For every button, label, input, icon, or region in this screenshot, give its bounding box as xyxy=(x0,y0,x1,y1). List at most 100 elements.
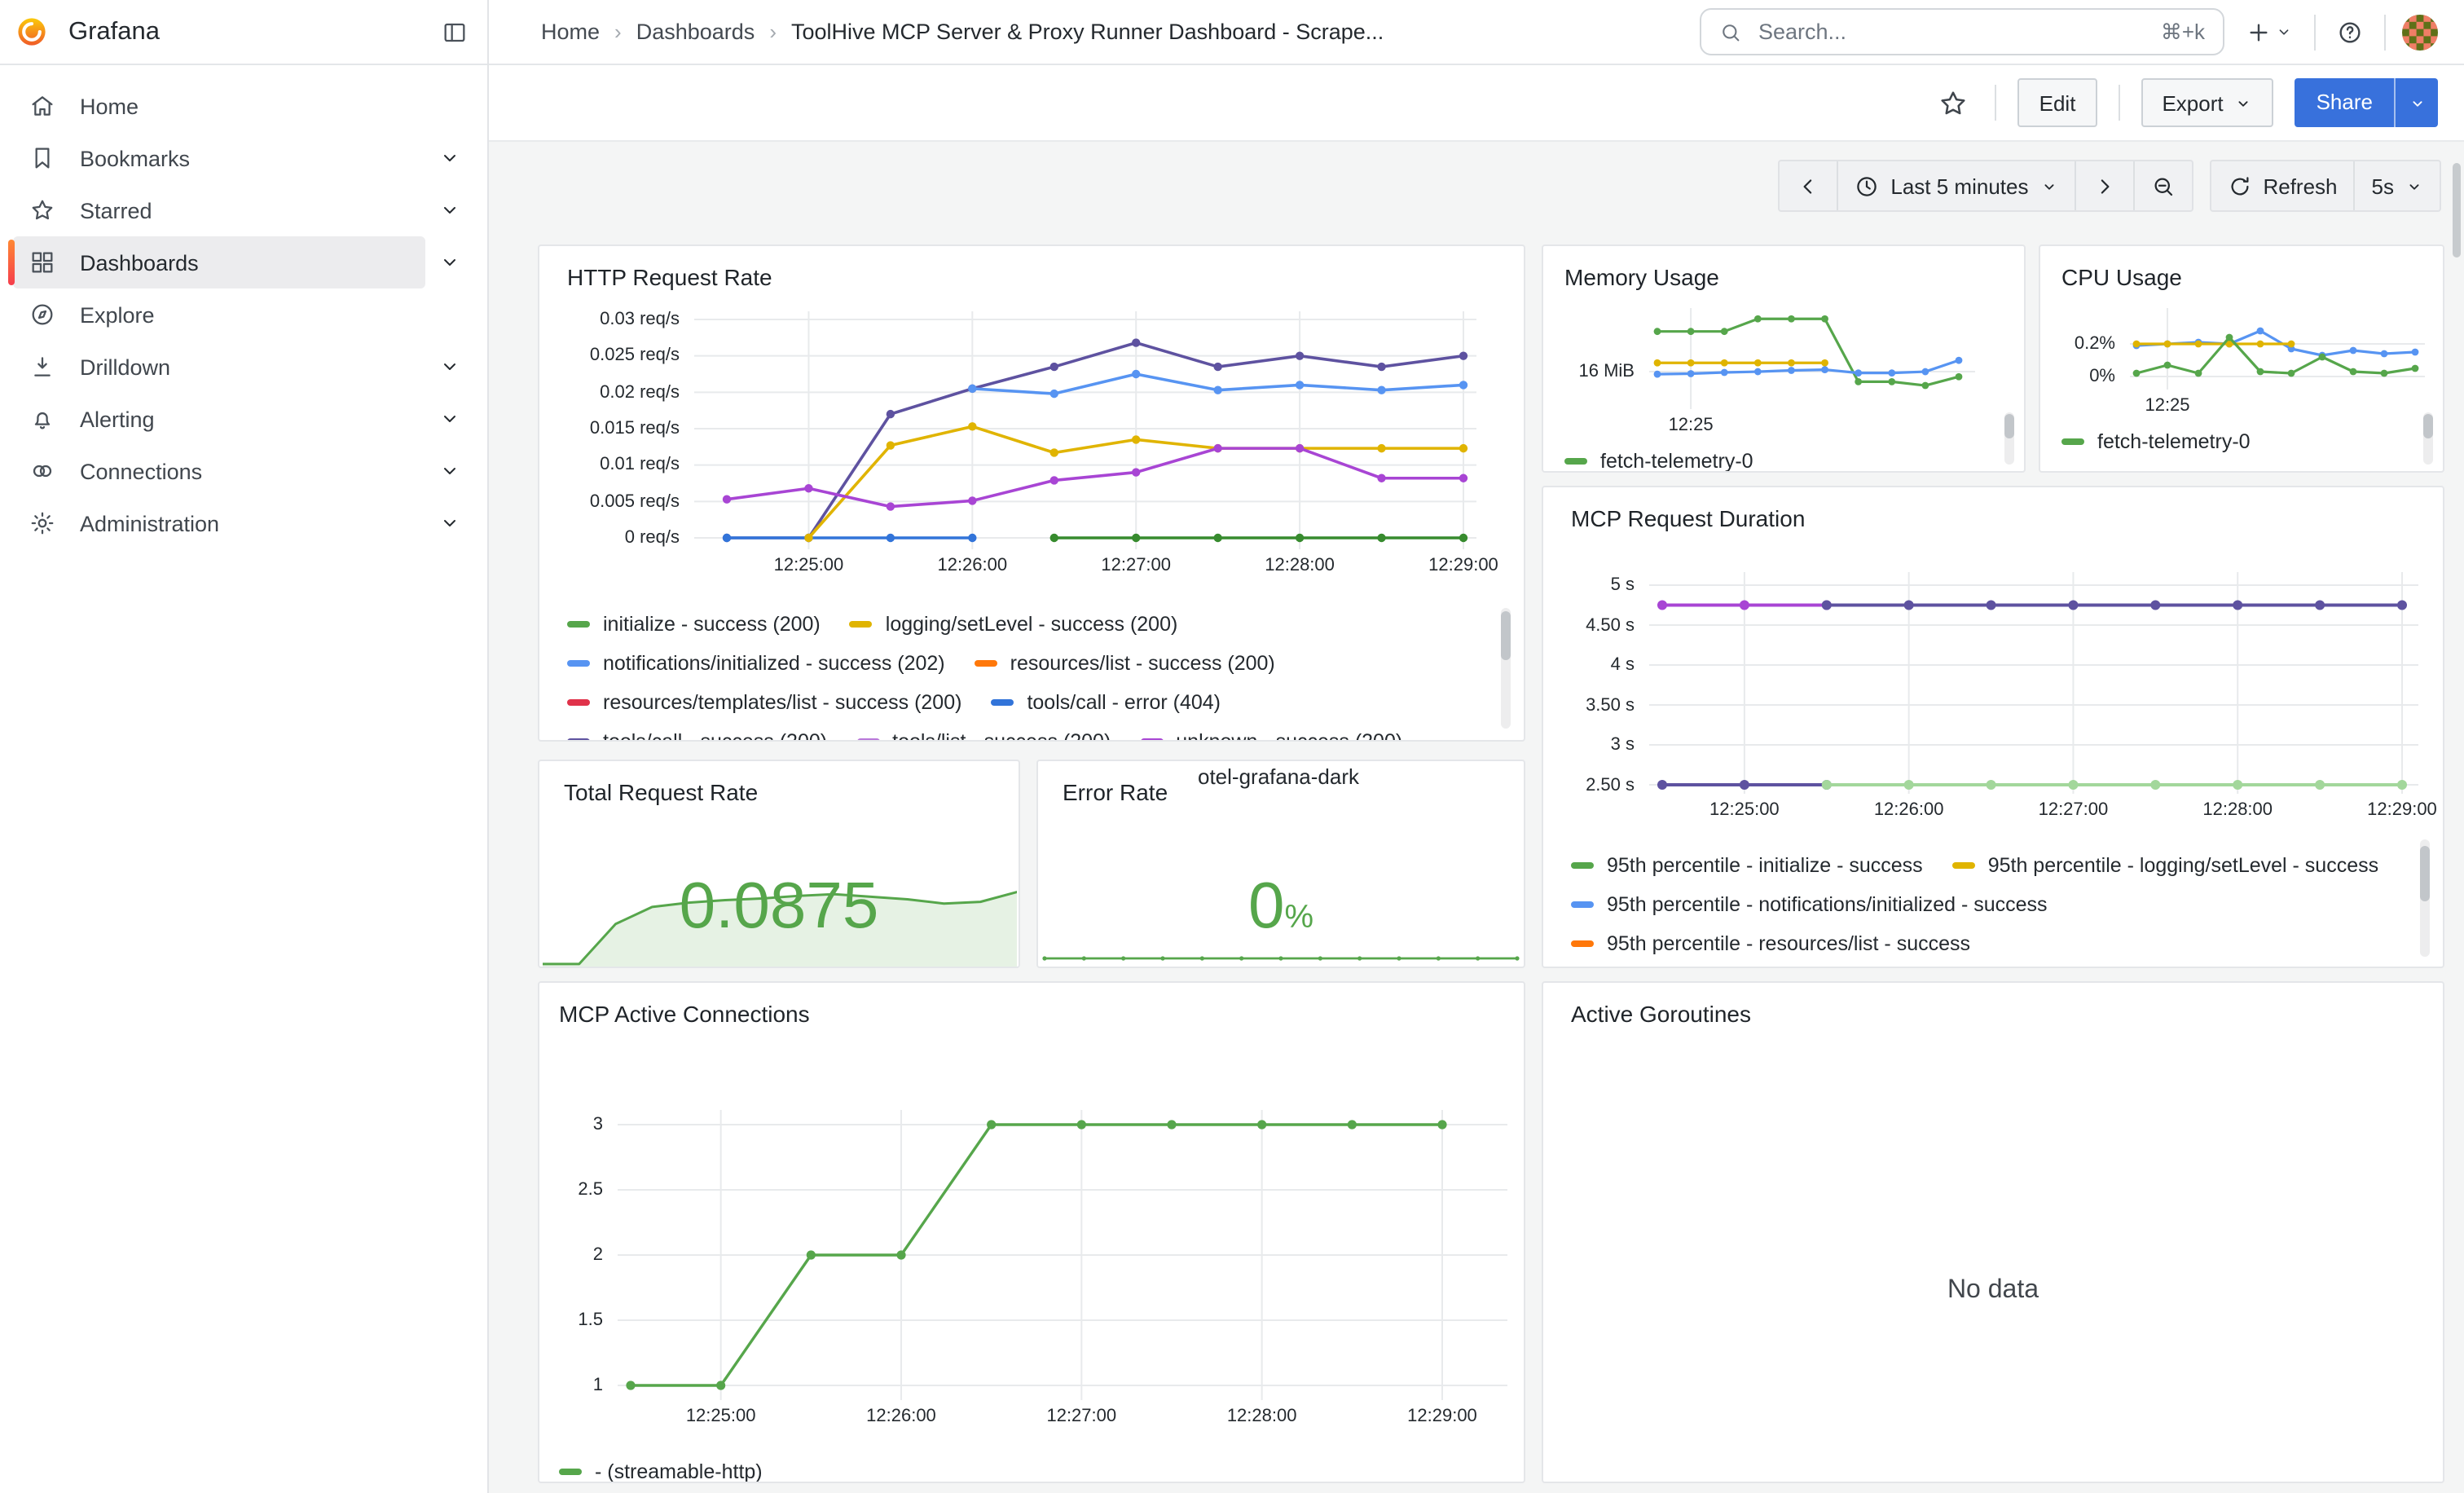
search-input[interactable] xyxy=(1755,18,2148,46)
sidebar-toggle-icon[interactable] xyxy=(442,19,468,45)
legend-item[interactable]: tools/list - success (200) xyxy=(856,730,1111,742)
export-button[interactable]: Export xyxy=(2141,78,2273,127)
share-menu-button[interactable] xyxy=(2394,78,2438,127)
legend-item[interactable]: fetch-telemetry-0 xyxy=(1564,450,1753,473)
y-axis: 0.03 req/s0.025 req/s0.02 req/s0.015 req… xyxy=(567,311,694,549)
time-controls: Last 5 minutes Refresh 5s xyxy=(1778,160,2441,212)
legend-item[interactable]: unknown - success (200) xyxy=(1140,730,1402,742)
zoom-out-button[interactable] xyxy=(2132,161,2191,210)
panel-title[interactable]: Memory Usage xyxy=(1564,262,2003,292)
sidebar-item-label: Dashboards xyxy=(80,250,199,275)
legend-swatch xyxy=(1140,738,1163,742)
y-axis-tick-label: 3 xyxy=(593,1113,603,1136)
chart-legend: initialize - success (200) logging/setLev… xyxy=(567,605,1496,742)
x-axis-tick-label: 12:28:00 xyxy=(2192,800,2283,820)
chevron-down-icon xyxy=(2408,94,2426,112)
legend-item[interactable]: notifications/initialized - success (202… xyxy=(567,652,945,675)
legend-row: initialize - success (200) logging/setLev… xyxy=(567,605,1496,644)
legend-scrollbar[interactable] xyxy=(2420,839,2430,957)
legend-item[interactable]: 95th percentile - resources/list - succe… xyxy=(1571,932,1970,955)
x-axis-tick-label: 12:25 xyxy=(1645,416,1736,435)
panel-title[interactable]: MCP Request Duration xyxy=(1571,504,2415,533)
legend-item[interactable]: resources/list - success (200) xyxy=(975,652,1275,675)
legend-item[interactable]: initialize - success (200) xyxy=(567,613,821,636)
legend-item[interactable]: 95th percentile - logging/setLevel - suc… xyxy=(1952,854,2378,877)
legend-label: resources/list - success (200) xyxy=(1010,652,1275,675)
divider xyxy=(2314,14,2316,50)
sidebar-item-dashboards[interactable]: Dashboards xyxy=(13,236,425,288)
legend-swatch xyxy=(1564,458,1587,465)
panel-title[interactable]: Active Goroutines xyxy=(1571,999,2415,1028)
plot-area[interactable] xyxy=(1649,572,2418,794)
panel-cpu-usage: CPU Usage 0.2%0% 12:25 fetch-telemetry-0 xyxy=(2039,244,2444,473)
legend-label: fetch-telemetry-0 xyxy=(1600,450,1753,473)
refresh-button[interactable]: Refresh xyxy=(2211,161,2353,210)
chevron-down-icon[interactable] xyxy=(425,461,474,481)
chart-legend: - (streamable-http) xyxy=(559,1452,1504,1483)
share-button[interactable]: Share xyxy=(2295,78,2394,127)
panel-title[interactable]: HTTP Request Rate xyxy=(567,262,1496,292)
chevron-down-icon[interactable] xyxy=(425,409,474,429)
chevron-down-icon[interactable] xyxy=(425,513,474,533)
refresh-interval-picker[interactable]: 5s xyxy=(2354,161,2440,210)
legend-scrollbar[interactable] xyxy=(2423,412,2433,465)
legend-row: tools/call - success (200) tools/list - s… xyxy=(567,722,1496,742)
legend-swatch xyxy=(567,699,590,707)
panel-title[interactable]: MCP Active Connections xyxy=(559,999,1504,1028)
panel-title[interactable]: CPU Usage xyxy=(2061,262,2422,292)
legend-item[interactable]: - (streamable-http) xyxy=(559,1460,763,1483)
time-range-picker[interactable]: Last 5 minutes xyxy=(1837,161,2074,210)
x-axis-tick-label: 12:28:00 xyxy=(1217,1407,1308,1426)
sidebar-item-drilldown[interactable]: Drilldown xyxy=(13,341,425,393)
help-button[interactable] xyxy=(2332,14,2368,50)
drilldown-icon xyxy=(29,354,55,380)
plot-area[interactable] xyxy=(2130,308,2425,390)
edit-button[interactable]: Edit xyxy=(2018,78,2097,127)
x-axis: 12:25 xyxy=(1564,409,2003,442)
sidebar-item-explore[interactable]: Explore xyxy=(13,288,474,341)
y-axis-tick-label: 1.5 xyxy=(578,1309,603,1332)
sidebar-item-administration[interactable]: Administration xyxy=(13,497,425,549)
legend-item[interactable]: tools/call - error (404) xyxy=(991,691,1221,714)
sidebar-item-connections[interactable]: Connections xyxy=(13,445,425,497)
panel-title[interactable]: Total Request Rate xyxy=(564,777,994,807)
add-new-button[interactable] xyxy=(2241,14,2298,50)
legend-item[interactable]: 95th percentile - notifications/initiali… xyxy=(1571,893,2048,916)
legend-label: unknown - success (200) xyxy=(1176,730,1402,742)
breadcrumb-home[interactable]: Home xyxy=(541,20,600,44)
avatar[interactable] xyxy=(2402,14,2438,50)
plot-area[interactable] xyxy=(1649,308,1975,409)
sidebar-item-starred[interactable]: Starred xyxy=(13,184,425,236)
legend-scrollbar[interactable] xyxy=(2004,412,2014,465)
time-shift-forward-button[interactable] xyxy=(2074,161,2132,210)
time-shift-back-button[interactable] xyxy=(1780,161,1837,210)
legend-item[interactable]: resources/templates/list - success (200) xyxy=(567,691,961,714)
chevron-down-icon[interactable] xyxy=(425,148,474,168)
question-circle-icon xyxy=(2337,19,2363,45)
plot-area[interactable] xyxy=(694,311,1476,549)
panel-http-request-rate: HTTP Request Rate 0.03 req/s0.025 req/s0… xyxy=(538,244,1525,742)
plot-area[interactable] xyxy=(618,1110,1507,1400)
chevron-down-icon[interactable] xyxy=(425,200,474,220)
search-box[interactable]: ⌘+k xyxy=(1700,8,2224,55)
legend-item[interactable]: tools/call - success (200) xyxy=(567,730,827,742)
sidebar-item-bookmarks[interactable]: Bookmarks xyxy=(13,132,425,184)
sidebar-row-dashboards: Dashboards xyxy=(13,236,474,288)
chevron-down-icon[interactable] xyxy=(425,357,474,377)
x-axis-tick-label: 12:26:00 xyxy=(926,556,1018,575)
mcp-request-duration-chart: 5 s4.50 s4 s3.50 s3 s2.50 s 12:25:0012:2… xyxy=(1571,572,2415,968)
legend-row: 95th percentile - notifications/initiali… xyxy=(1571,885,2415,924)
favorite-star-button[interactable] xyxy=(1934,82,1974,123)
sidebar-item-home[interactable]: Home xyxy=(13,80,474,132)
breadcrumb-separator: › xyxy=(614,20,622,44)
legend-swatch xyxy=(567,660,590,667)
x-axis-tick-label: 12:29:00 xyxy=(1418,556,1509,575)
legend-item[interactable]: logging/setLevel - success (200) xyxy=(850,613,1178,636)
chevron-down-icon[interactable] xyxy=(425,253,474,272)
legend-item[interactable]: 95th percentile - initialize - success xyxy=(1571,854,1923,877)
sidebar-item-alerting[interactable]: Alerting xyxy=(13,393,425,445)
page-scrollbar[interactable] xyxy=(2453,163,2461,258)
legend-scrollbar[interactable] xyxy=(1501,608,1511,729)
legend-item[interactable]: fetch-telemetry-0 xyxy=(2061,430,2251,453)
breadcrumb-dashboards[interactable]: Dashboards xyxy=(636,20,755,44)
